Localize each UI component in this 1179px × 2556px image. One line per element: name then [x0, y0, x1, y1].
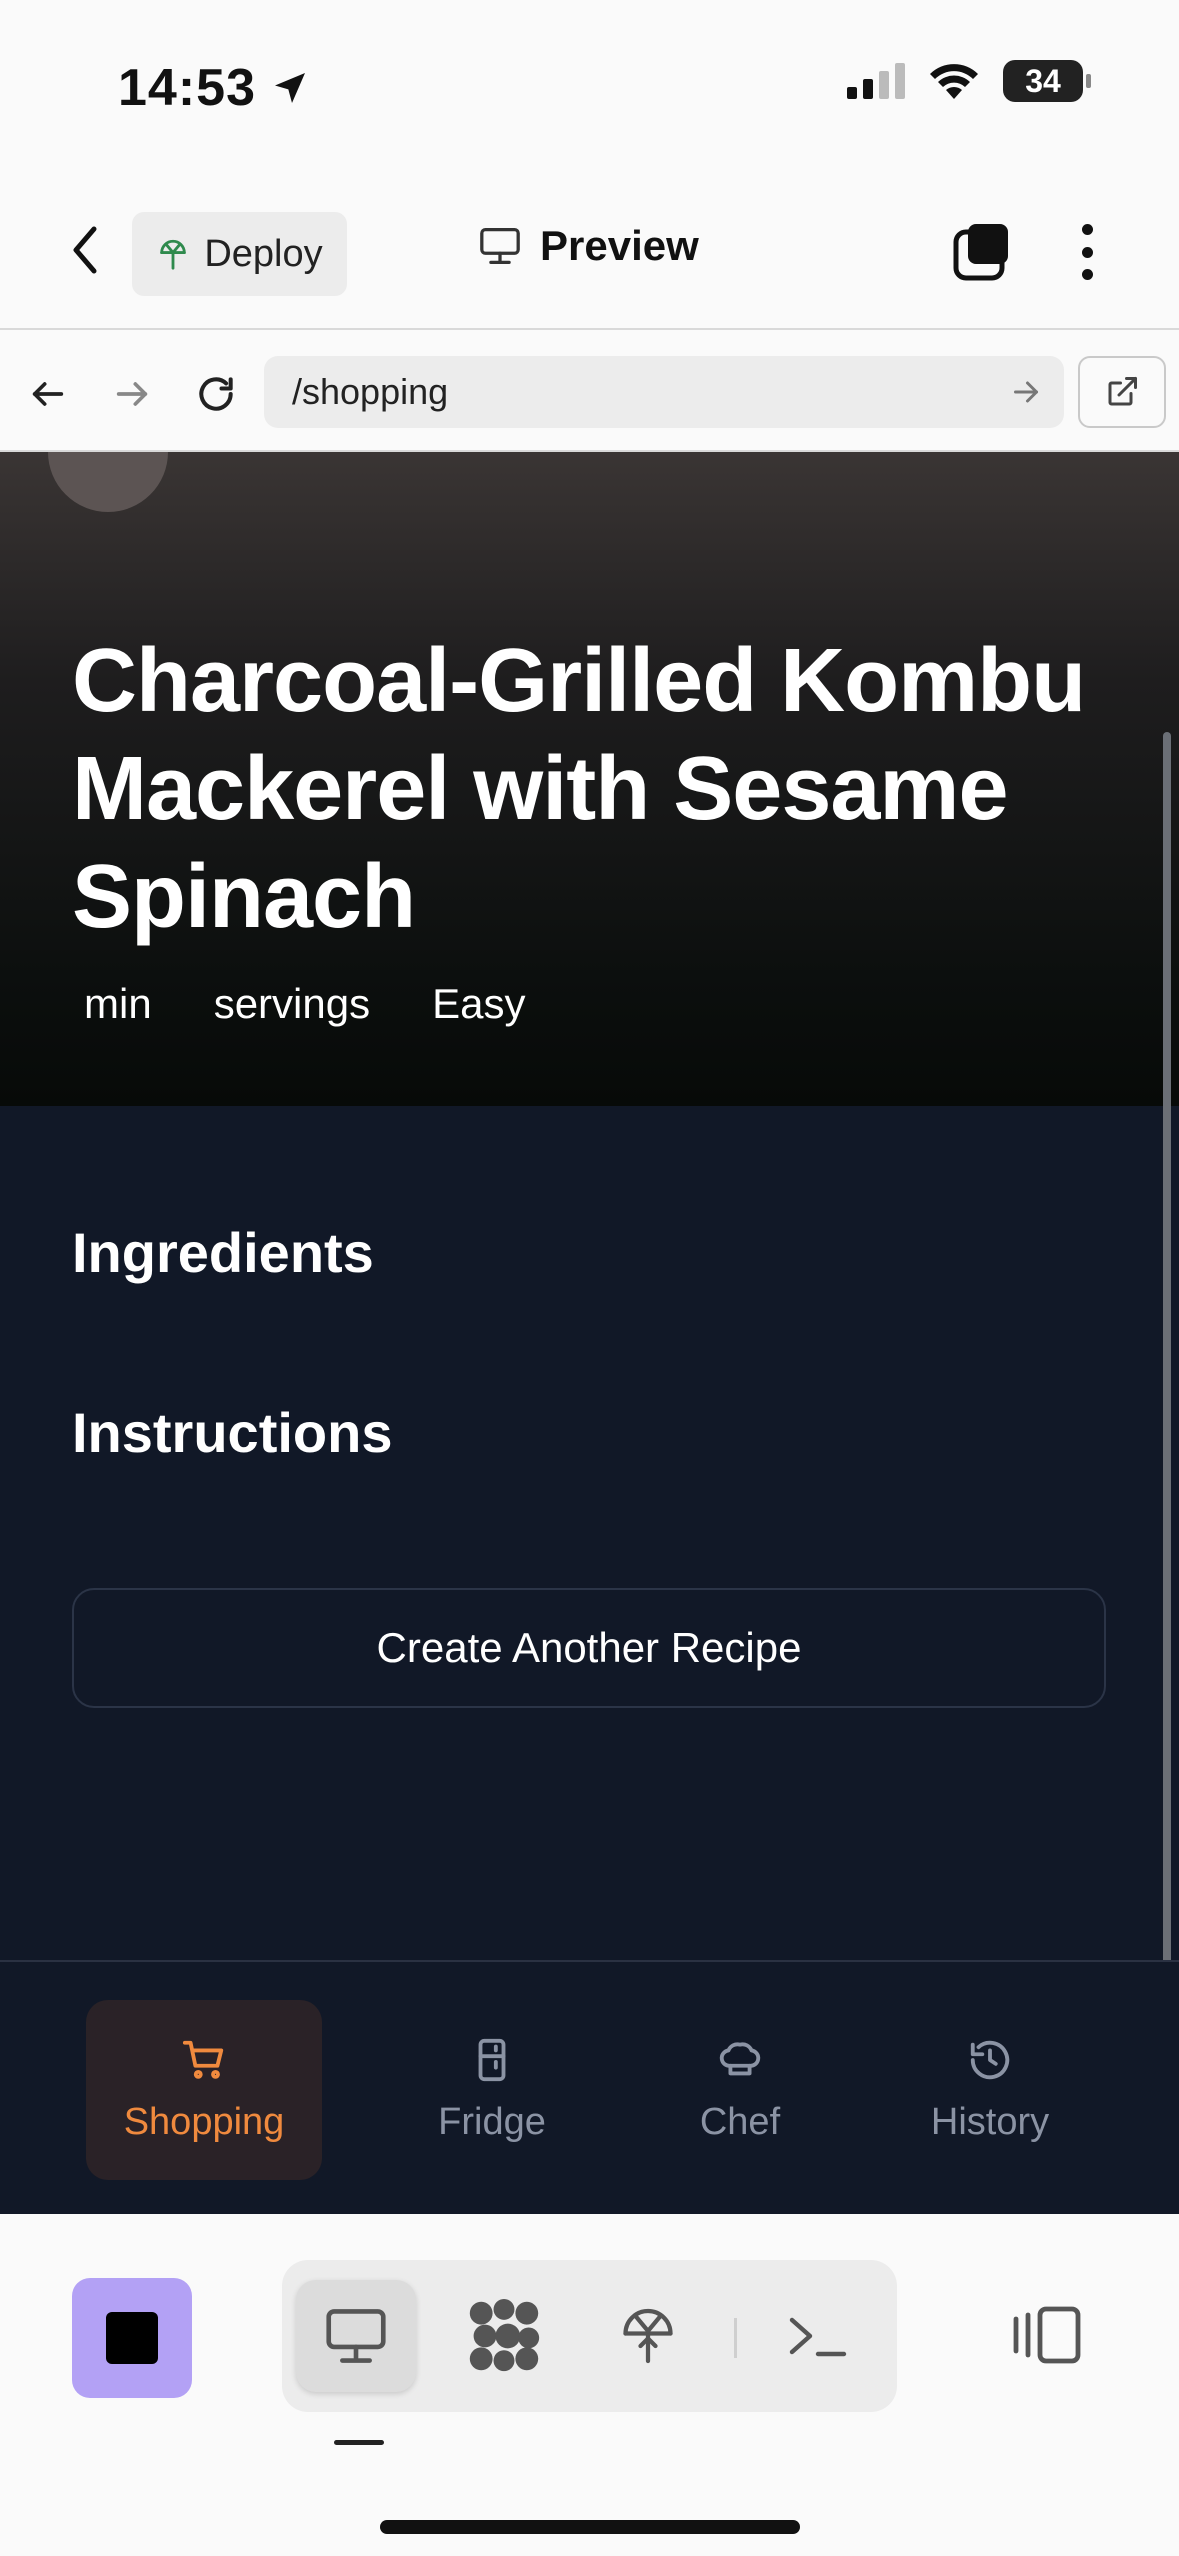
- clock-time: 14:53: [118, 59, 256, 117]
- preview-title: Preview: [478, 222, 699, 270]
- home-indicator[interactable]: [380, 2520, 800, 2534]
- wifi-icon: [930, 64, 978, 99]
- preview-label: Preview: [540, 222, 699, 269]
- monitor-icon: [326, 2309, 386, 2363]
- terminal-mode-button[interactable]: [758, 2280, 878, 2392]
- fridge-icon: [478, 2038, 506, 2081]
- more-options-button[interactable]: [1072, 220, 1102, 284]
- bottom-toolbar: [0, 2214, 1179, 2556]
- recipe-title: Charcoal-Grilled Kombu Mackerel with Ses…: [72, 631, 1086, 947]
- tab-label: Fridge: [438, 2100, 546, 2143]
- arrow-right-icon: [116, 382, 148, 406]
- recipe-meta: min servings Easy: [84, 980, 525, 1028]
- tabs-icon: [953, 224, 1008, 281]
- difficulty: Easy: [432, 980, 526, 1027]
- nodes-icon: [469, 2298, 540, 2372]
- chevron-left-icon: [73, 226, 97, 274]
- external-link-icon: [1108, 377, 1137, 406]
- browser-back-button[interactable]: [20, 366, 76, 422]
- browser-forward-button[interactable]: [104, 366, 160, 422]
- location-arrow-icon: [275, 73, 305, 103]
- cart-icon: [182, 2040, 224, 2079]
- mode-switcher: [282, 2260, 897, 2412]
- panel-toggle-button[interactable]: [1010, 2298, 1084, 2372]
- monitor-icon: [480, 227, 520, 264]
- app-tab-bar: Shopping Fridge Chef History: [0, 1960, 1179, 2214]
- tab-label: Shopping: [123, 2100, 285, 2143]
- mode-divider: [734, 2318, 737, 2358]
- deploy-tree-icon: [623, 2308, 673, 2364]
- active-mode-indicator: [334, 2440, 384, 2445]
- app-header: Deploy Preview: [0, 170, 1179, 330]
- status-bar: 14:53 34: [0, 0, 1179, 170]
- tab-fridge[interactable]: Fridge: [382, 2000, 602, 2180]
- tab-label: Chef: [699, 2100, 781, 2143]
- servings: servings: [213, 980, 371, 1027]
- browser-bar: /shopping: [0, 332, 1179, 452]
- stop-icon: [106, 2312, 158, 2364]
- tab-shopping[interactable]: Shopping: [86, 2000, 322, 2180]
- more-dot-icon: [1081, 246, 1093, 258]
- more-dot-icon: [1081, 269, 1093, 280]
- scrollbar[interactable]: [1163, 732, 1171, 2082]
- panel-toggle-icon: [1013, 2306, 1081, 2364]
- tabs-button[interactable]: [950, 220, 1014, 284]
- back-button[interactable]: [60, 220, 110, 280]
- terminal-icon: [789, 2317, 847, 2357]
- reload-icon: [199, 377, 233, 411]
- status-indicators: 34: [847, 60, 1091, 102]
- chef-hat-icon: [719, 2041, 761, 2075]
- open-external-button[interactable]: [1078, 356, 1166, 428]
- clock: 14:53: [118, 58, 310, 118]
- deploy-tree-icon: [160, 239, 187, 270]
- ingredients-heading: Ingredients: [72, 1221, 374, 1284]
- cook-time: min: [84, 980, 152, 1027]
- cellular-signal-icon: [847, 63, 905, 99]
- history-icon: [970, 2040, 1010, 2079]
- deploy-button[interactable]: Deploy: [132, 212, 347, 296]
- deploy-label: Deploy: [204, 232, 323, 275]
- url-input[interactable]: /shopping: [264, 356, 1064, 428]
- deploy-mode-button[interactable]: [588, 2280, 708, 2392]
- tab-label: History: [930, 2100, 1050, 2143]
- instructions-heading: Instructions: [72, 1401, 393, 1464]
- go-arrow-icon[interactable]: [1008, 374, 1044, 410]
- recipe-hero: Charcoal-Grilled Kombu Mackerel with Ses…: [0, 452, 1179, 1106]
- url-text: /shopping: [292, 371, 449, 412]
- more-dot-icon: [1081, 224, 1093, 235]
- web-viewport: Charcoal-Grilled Kombu Mackerel with Ses…: [0, 452, 1179, 2214]
- battery-indicator: 34: [1003, 60, 1091, 102]
- tab-chef[interactable]: Chef: [640, 2000, 840, 2180]
- arrow-left-icon: [32, 382, 64, 406]
- flow-mode-button[interactable]: [444, 2280, 564, 2392]
- stop-button[interactable]: [72, 2278, 192, 2398]
- reload-button[interactable]: [188, 366, 244, 422]
- tab-history[interactable]: History: [880, 2000, 1100, 2180]
- preview-mode-button[interactable]: [296, 2280, 416, 2392]
- battery-level: 34: [1025, 62, 1061, 99]
- avatar: [48, 452, 168, 512]
- create-another-recipe-button[interactable]: Create Another Recipe: [72, 1588, 1106, 1708]
